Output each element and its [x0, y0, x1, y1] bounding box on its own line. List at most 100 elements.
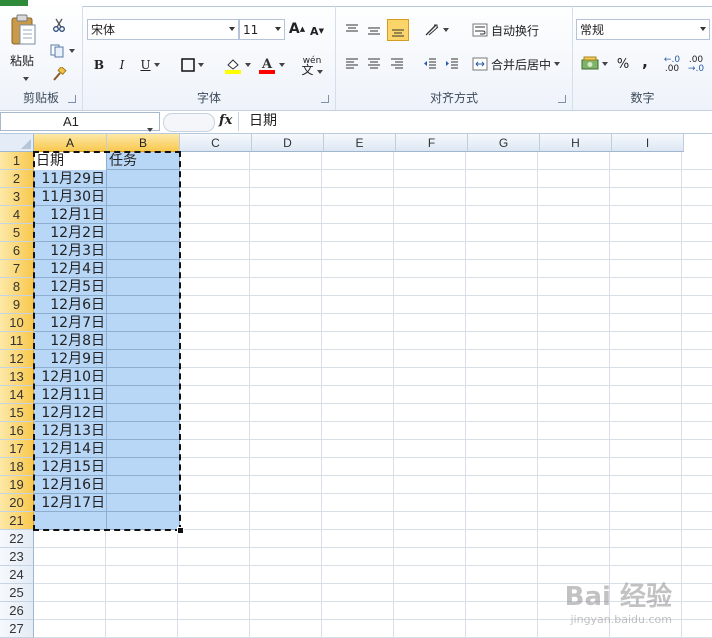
- row-header-19[interactable]: 19: [0, 476, 34, 494]
- row-header-6[interactable]: 6: [0, 242, 34, 260]
- column-header-a[interactable]: A: [34, 134, 107, 152]
- font-color-icon: A: [258, 57, 275, 74]
- grow-font-button[interactable]: A ▲: [289, 20, 305, 38]
- clipboard-icon: [11, 14, 36, 45]
- font-name-combo[interactable]: 宋体: [87, 19, 239, 40]
- borders-button[interactable]: [177, 56, 207, 74]
- row-header-3[interactable]: 3: [0, 188, 34, 206]
- paintbrush-icon: [53, 67, 67, 81]
- column-header-f[interactable]: F: [396, 134, 468, 152]
- align-left-button[interactable]: [342, 54, 362, 74]
- increase-decimal-button[interactable]: ←.0.00: [661, 54, 683, 76]
- font-launcher-icon[interactable]: [321, 95, 329, 103]
- alignment-launcher-icon[interactable]: [558, 95, 566, 103]
- row-header-12[interactable]: 12: [0, 350, 34, 368]
- column-header-c[interactable]: C: [180, 134, 252, 152]
- format-painter-button[interactable]: [50, 66, 68, 84]
- number-group-label: 数字: [630, 91, 655, 105]
- row-header-15[interactable]: 15: [0, 404, 34, 422]
- row-header-11[interactable]: 11: [0, 332, 34, 350]
- wrap-text-label: 自动换行: [491, 23, 540, 38]
- align-right-button[interactable]: [387, 54, 407, 74]
- insert-function-icon[interactable]: fx: [219, 113, 232, 128]
- fill-handle[interactable]: [177, 527, 184, 534]
- row-header-17[interactable]: 17: [0, 440, 34, 458]
- increase-indent-button[interactable]: [442, 54, 462, 74]
- shrink-font-button[interactable]: A ▼: [309, 22, 325, 40]
- align-middle-icon: [368, 27, 380, 35]
- paint-bucket-icon: [224, 59, 241, 74]
- row-header-18[interactable]: 18: [0, 458, 34, 476]
- column-header-i[interactable]: I: [612, 134, 684, 152]
- column-header-h[interactable]: H: [540, 134, 612, 152]
- row-header-24[interactable]: 24: [0, 566, 34, 584]
- merge-cells-icon: [472, 57, 488, 71]
- align-bottom-button[interactable]: [387, 19, 409, 41]
- row-header-21[interactable]: 21: [0, 512, 34, 530]
- phonetic-guide-button[interactable]: wén 文: [295, 54, 329, 78]
- name-box[interactable]: A1: [0, 112, 160, 132]
- decrease-indent-button[interactable]: [420, 54, 440, 74]
- underline-label: U: [140, 58, 151, 72]
- align-top-button[interactable]: [342, 20, 362, 40]
- clipboard-group: 粘贴 剪贴板: [0, 6, 83, 110]
- row-header-13[interactable]: 13: [0, 368, 34, 386]
- paste-label[interactable]: 粘贴: [10, 52, 34, 69]
- align-middle-button[interactable]: [364, 20, 384, 40]
- row-header-25[interactable]: 25: [0, 584, 34, 602]
- row-header-16[interactable]: 16: [0, 422, 34, 440]
- font-size-combo[interactable]: 11: [239, 19, 285, 40]
- row-header-9[interactable]: 9: [0, 296, 34, 314]
- name-box-dropdown-icon[interactable]: [147, 120, 153, 135]
- watermark: Bai 经验 jingyan.baidu.com: [565, 576, 672, 626]
- fill-color-button[interactable]: [221, 54, 253, 76]
- paste-button[interactable]: [6, 10, 42, 50]
- formula-bar-resizer[interactable]: [163, 113, 215, 132]
- row-header-22[interactable]: 22: [0, 530, 34, 548]
- copy-marquee: [33, 151, 181, 531]
- number-format-combo[interactable]: 常规: [576, 19, 710, 40]
- wrap-text-button[interactable]: 自动换行: [472, 20, 556, 40]
- text-angle-icon: [425, 24, 438, 36]
- clipboard-launcher-icon[interactable]: [68, 95, 76, 103]
- bold-button[interactable]: B: [91, 56, 107, 74]
- paste-dropdown-arrow[interactable]: [20, 70, 29, 84]
- row-header-2[interactable]: 2: [0, 170, 34, 188]
- column-header-d[interactable]: D: [252, 134, 324, 152]
- svg-text:A: A: [261, 57, 273, 72]
- column-header-g[interactable]: G: [468, 134, 540, 152]
- watermark-sub: jingyan.baidu.com: [570, 613, 672, 626]
- column-header-e[interactable]: E: [324, 134, 396, 152]
- select-all-corner[interactable]: [0, 134, 34, 152]
- comma-style-button[interactable]: ,: [637, 52, 653, 72]
- orientation-button[interactable]: [422, 20, 450, 40]
- row-header-23[interactable]: 23: [0, 548, 34, 566]
- column-header-b[interactable]: B: [107, 134, 180, 152]
- row-header-4[interactable]: 4: [0, 206, 34, 224]
- underline-button[interactable]: U: [137, 56, 163, 74]
- accounting-format-button[interactable]: [577, 54, 611, 74]
- merge-center-button[interactable]: 合并后居中: [472, 54, 566, 74]
- increase-decimal-label: .00: [664, 64, 680, 74]
- row-header-14[interactable]: 14: [0, 386, 34, 404]
- row-header-8[interactable]: 8: [0, 278, 34, 296]
- worksheet-grid[interactable]: ABCDEFGHI 1 2 3 4 5 6 7 8 9 10 11 12 13 14 15 16 17 18 19 2…: [0, 134, 712, 638]
- decrease-decimal-button[interactable]: .00 →.0: [685, 54, 707, 76]
- row-header-10[interactable]: 10: [0, 314, 34, 332]
- cut-button[interactable]: [50, 16, 68, 34]
- formula-input[interactable]: 日期: [238, 112, 712, 131]
- percent-style-button[interactable]: %: [615, 54, 631, 74]
- copy-button[interactable]: [48, 42, 76, 60]
- font-group: 宋体 11 A ▲ A ▼ B I U A wén 文 字体: [83, 6, 336, 110]
- shrink-font-label: A: [310, 24, 319, 38]
- align-center-button[interactable]: [364, 54, 384, 74]
- font-color-button[interactable]: A: [255, 54, 287, 76]
- row-header-20[interactable]: 20: [0, 494, 34, 512]
- italic-button[interactable]: I: [114, 56, 130, 74]
- scissors-icon: [53, 18, 65, 32]
- row-header-7[interactable]: 7: [0, 260, 34, 278]
- row-header-27[interactable]: 27: [0, 620, 34, 638]
- row-header-1[interactable]: 1: [0, 152, 34, 170]
- row-header-5[interactable]: 5: [0, 224, 34, 242]
- row-header-26[interactable]: 26: [0, 602, 34, 620]
